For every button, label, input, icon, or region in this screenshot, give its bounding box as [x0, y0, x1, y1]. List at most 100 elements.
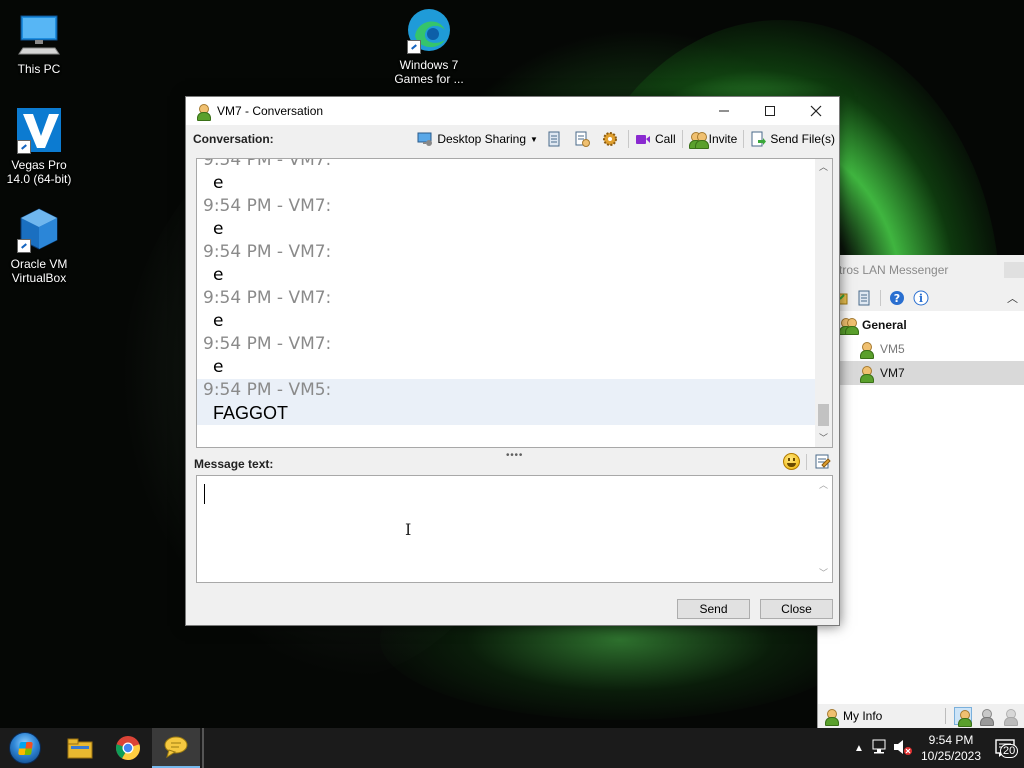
settings-button[interactable] [598, 128, 626, 150]
scroll-down-arrow[interactable]: ﹀ [815, 566, 832, 580]
scroll-up-arrow[interactable]: ︿ [815, 159, 832, 176]
send-files-button[interactable]: Send File(s) [746, 128, 839, 150]
message-body: e [213, 173, 224, 193]
desktop-icon-label: Vegas Pro 14.0 (64-bit) [6, 158, 72, 186]
file-transfer-icon [574, 131, 590, 147]
chevron-up-icon[interactable]: ︿ [1007, 290, 1018, 306]
messenger-main-window[interactable]: tros LAN Messenger ? i ︿ General VM5 VM7… [817, 255, 1024, 728]
chrome-icon [116, 736, 140, 760]
close-window-button[interactable] [793, 97, 839, 125]
contact-item[interactable]: VM5 [818, 337, 1024, 361]
system-tray: ▲ 9:54 PM 10/25/2023 20 [848, 728, 1024, 768]
contact-name: VM5 [880, 342, 905, 356]
user-online-icon [858, 341, 874, 359]
message-body: e [213, 311, 224, 331]
send-file-icon [750, 131, 767, 147]
toolbar-separator [627, 130, 629, 148]
contact-group[interactable]: General [818, 313, 1024, 337]
minimize-button[interactable] [701, 97, 747, 125]
call-button[interactable]: Call [631, 128, 680, 150]
conversation-window[interactable]: VM7 - Conversation Conversation: Desktop… [185, 96, 840, 626]
desktop-icon-label: Windows 7 Games for ... [394, 58, 464, 86]
add-users-icon [688, 131, 709, 149]
message: 9:54 PM - VM7: e [197, 241, 817, 287]
scroll-down-arrow[interactable]: ﹀ [815, 430, 832, 447]
splitter-handle[interactable]: • • • • [506, 450, 522, 461]
scroll-thumb[interactable] [818, 404, 829, 426]
my-info-icon[interactable] [823, 708, 839, 726]
message: 9:54 PM - VM7: e [197, 159, 817, 195]
smiley-icon[interactable] [783, 453, 800, 470]
desktop-sharing-button[interactable]: Desktop Sharing ▼ [413, 128, 542, 150]
conversation-toolbar: Conversation: Desktop Sharing ▼ Call Inv… [186, 125, 839, 153]
desktop-sharing-label: Desktop Sharing [437, 132, 527, 146]
folder-icon [67, 738, 93, 759]
transfers-button[interactable] [570, 128, 598, 150]
message: 9:54 PM - VM7: e [197, 333, 817, 379]
group-name: General [862, 318, 907, 332]
taskbar-file-explorer[interactable] [56, 728, 104, 768]
start-button[interactable] [0, 728, 50, 768]
message-body: e [213, 265, 224, 285]
my-info-label[interactable]: My Info [843, 709, 882, 723]
help-icon[interactable]: ? [889, 290, 905, 306]
message-meta: 9:54 PM - VM7: [203, 196, 332, 216]
lan-messenger-icon [164, 736, 188, 759]
messenger-titlebar[interactable]: tros LAN Messenger [818, 255, 1024, 285]
user-icon [195, 103, 211, 121]
computer-icon [15, 10, 63, 58]
virtualbox-icon [15, 205, 63, 253]
contact-list: General VM5 VM7 [818, 313, 1024, 385]
clock-date: 10/25/2023 [920, 749, 982, 763]
desktop-icon-label: Oracle VM VirtualBox [10, 257, 68, 285]
shortcut-arrow-icon [407, 40, 421, 54]
desktop-icon-vegas-pro[interactable]: Vegas Pro 14.0 (64-bit) [1, 106, 77, 186]
desktop-icon-windows7-games[interactable]: Windows 7 Games for ... [391, 6, 467, 86]
contact-item[interactable]: VM7 [818, 361, 1024, 385]
notification-count-badge: 20 [1000, 744, 1019, 758]
video-camera-icon [635, 131, 651, 147]
taskbar-lan-messenger[interactable] [152, 728, 200, 768]
maximize-button[interactable] [747, 97, 793, 125]
status-away-button[interactable] [978, 708, 994, 726]
network-icon[interactable] [870, 737, 892, 759]
chevron-up-icon[interactable]: ▲ [848, 743, 870, 754]
info-icon[interactable]: i [913, 290, 929, 306]
scroll-up-arrow[interactable]: ︿ [815, 478, 832, 492]
desktop-sharing-icon [417, 131, 433, 147]
conversation-history[interactable]: 9:54 PM - VM7: e 9:54 PM - VM7: e 9:54 P… [196, 158, 833, 448]
toolbar-separator [880, 290, 881, 306]
status-offline-button[interactable] [1002, 708, 1018, 726]
svg-text:i: i [919, 292, 923, 305]
edge-icon [405, 6, 453, 54]
font-format-icon[interactable] [814, 453, 831, 470]
close-button[interactable]: Close [760, 599, 833, 619]
minimize-button[interactable] [1004, 262, 1024, 278]
clock[interactable]: 9:54 PM 10/25/2023 [916, 732, 986, 764]
input-scrollbar[interactable]: ︿ ﹀ [815, 476, 832, 582]
send-button[interactable]: Send [677, 599, 750, 619]
conversation-titlebar[interactable]: VM7 - Conversation [186, 97, 839, 125]
conversation-label: Conversation: [193, 132, 274, 146]
message-input[interactable]: I ︿ ﹀ [196, 475, 833, 583]
desktop-icon-this-pc[interactable]: This PC [1, 10, 77, 76]
messenger-title: tros LAN Messenger [839, 263, 949, 277]
desktop-icon-virtualbox[interactable]: Oracle VM VirtualBox [1, 205, 77, 285]
speaker-muted-icon[interactable] [892, 737, 916, 759]
taskbar-divider [202, 728, 204, 768]
message-meta: 9:54 PM - VM7: [203, 242, 332, 262]
invite-button[interactable]: Invite [685, 128, 742, 150]
dropdown-arrow-icon: ▼ [530, 134, 538, 144]
history-scrollbar[interactable]: ︿ ﹀ [815, 159, 832, 447]
taskbar-chrome[interactable] [104, 728, 152, 768]
message: 9:54 PM - VM5: FAGGOT [197, 379, 817, 425]
history-button[interactable] [542, 128, 570, 150]
group-icon [839, 317, 859, 335]
message-body: FAGGOT [213, 403, 289, 423]
history-icon[interactable] [856, 290, 872, 306]
text-caret [204, 484, 205, 504]
desktop: This PC Windows 7 Games for ... Vegas Pr… [0, 0, 1024, 728]
status-online-button[interactable] [954, 707, 972, 727]
action-center-button[interactable]: 20 [986, 728, 1024, 768]
vegas-pro-icon [15, 106, 63, 154]
